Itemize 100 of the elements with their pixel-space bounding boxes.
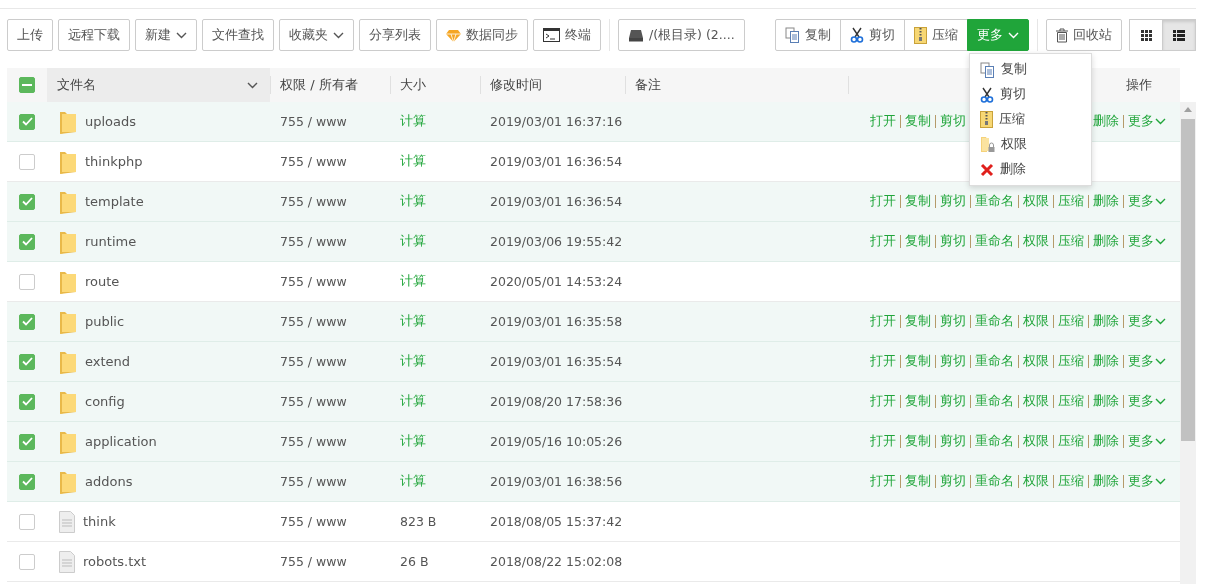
action-link[interactable]: 更多 xyxy=(1128,433,1166,450)
action-link[interactable]: 打开 xyxy=(870,433,896,450)
action-link[interactable]: 删除 xyxy=(1093,113,1119,130)
action-link[interactable]: 重命名 xyxy=(975,313,1014,330)
action-link[interactable]: 复制 xyxy=(905,393,931,410)
action-link[interactable]: 重命名 xyxy=(975,473,1014,490)
file-name[interactable]: application xyxy=(85,434,157,449)
file-name[interactable]: thinkphp xyxy=(85,154,143,169)
row-checkbox[interactable] xyxy=(19,393,35,410)
action-link[interactable]: 更多 xyxy=(1128,233,1166,250)
file-name[interactable]: config xyxy=(85,394,125,409)
action-link[interactable]: 剪切 xyxy=(940,233,966,250)
menu-item[interactable]: 删除 xyxy=(970,157,1091,182)
file-name[interactable]: public xyxy=(85,314,125,329)
action-link[interactable]: 权限 xyxy=(1023,193,1049,210)
action-link[interactable]: 打开 xyxy=(870,393,896,410)
toolbar-button[interactable]: 复制 xyxy=(775,19,841,51)
calculate-link[interactable]: 计算 xyxy=(400,433,426,448)
action-link[interactable]: 删除 xyxy=(1093,353,1119,370)
row-checkbox[interactable] xyxy=(19,473,35,490)
action-link[interactable]: 复制 xyxy=(905,233,931,250)
action-link[interactable]: 剪切 xyxy=(940,313,966,330)
action-link[interactable]: 剪切 xyxy=(940,113,966,130)
action-link[interactable]: 删除 xyxy=(1093,473,1119,490)
row-checkbox[interactable] xyxy=(19,193,35,210)
file-name[interactable]: addons xyxy=(85,474,133,489)
action-link[interactable]: 复制 xyxy=(905,433,931,450)
calculate-link[interactable]: 计算 xyxy=(400,473,426,488)
file-name[interactable]: template xyxy=(85,194,144,209)
row-checkbox[interactable] xyxy=(19,513,35,530)
action-link[interactable]: 更多 xyxy=(1128,313,1166,330)
column-header[interactable]: 文件名 xyxy=(57,76,96,94)
action-link[interactable]: 权限 xyxy=(1023,353,1049,370)
file-name[interactable]: robots.txt xyxy=(83,554,147,569)
calculate-link[interactable]: 计算 xyxy=(400,233,426,248)
action-link[interactable]: 复制 xyxy=(905,353,931,370)
action-link[interactable]: 压缩 xyxy=(1058,313,1084,330)
action-link[interactable]: 打开 xyxy=(870,313,896,330)
calculate-link[interactable]: 计算 xyxy=(400,153,426,168)
calculate-link[interactable]: 计算 xyxy=(400,313,426,328)
action-link[interactable]: 打开 xyxy=(870,193,896,210)
toolbar-button[interactable]: 分享列表 xyxy=(359,19,431,51)
recycle-bin-button[interactable]: 回收站 xyxy=(1046,19,1122,51)
action-link[interactable]: 更多 xyxy=(1128,113,1166,130)
toolbar-button[interactable]: 剪切 xyxy=(840,19,905,51)
calculate-link[interactable]: 计算 xyxy=(400,273,426,288)
file-name[interactable]: extend xyxy=(85,354,131,369)
action-link[interactable]: 打开 xyxy=(870,233,896,250)
action-link[interactable]: 打开 xyxy=(870,113,896,130)
row-checkbox[interactable] xyxy=(19,553,35,570)
path-button[interactable]: /(根目录) (2.... xyxy=(618,19,745,51)
action-link[interactable]: 更多 xyxy=(1128,193,1166,210)
action-link[interactable]: 复制 xyxy=(905,473,931,490)
toolbar-button[interactable]: 压缩 xyxy=(904,19,968,51)
action-link[interactable]: 更多 xyxy=(1128,353,1166,370)
menu-item[interactable]: 剪切 xyxy=(970,82,1091,107)
row-checkbox[interactable] xyxy=(19,433,35,450)
row-checkbox[interactable] xyxy=(19,273,35,290)
toolbar-button[interactable]: 终端 xyxy=(533,19,601,51)
action-link[interactable]: 剪切 xyxy=(940,393,966,410)
action-link[interactable]: 剪切 xyxy=(940,353,966,370)
action-link[interactable]: 权限 xyxy=(1023,433,1049,450)
action-link[interactable]: 压缩 xyxy=(1058,433,1084,450)
toolbar-button[interactable]: 数据同步 xyxy=(436,19,528,51)
calculate-link[interactable]: 计算 xyxy=(400,393,426,408)
action-link[interactable]: 删除 xyxy=(1093,193,1119,210)
scroll-up-icon[interactable] xyxy=(1184,107,1192,112)
action-link[interactable]: 删除 xyxy=(1093,313,1119,330)
action-link[interactable]: 剪切 xyxy=(940,433,966,450)
row-checkbox[interactable] xyxy=(19,353,35,370)
calculate-link[interactable]: 计算 xyxy=(400,353,426,368)
action-link[interactable]: 权限 xyxy=(1023,313,1049,330)
action-link[interactable]: 权限 xyxy=(1023,393,1049,410)
action-link[interactable]: 压缩 xyxy=(1058,393,1084,410)
action-link[interactable]: 重命名 xyxy=(975,353,1014,370)
action-link[interactable]: 压缩 xyxy=(1058,193,1084,210)
row-checkbox[interactable] xyxy=(19,313,35,330)
toolbar-button[interactable]: 上传 xyxy=(7,19,53,51)
toolbar-button[interactable]: 远程下载 xyxy=(58,19,130,51)
dropdown-button[interactable]: 新建 xyxy=(135,19,197,51)
view-toggle[interactable] xyxy=(1162,19,1196,51)
row-checkbox[interactable] xyxy=(19,113,35,130)
calculate-link[interactable]: 计算 xyxy=(400,193,426,208)
select-all-checkbox[interactable] xyxy=(19,77,35,93)
row-checkbox[interactable] xyxy=(19,233,35,250)
action-link[interactable]: 删除 xyxy=(1093,393,1119,410)
more-button[interactable]: 更多 xyxy=(967,19,1029,51)
file-name[interactable]: uploads xyxy=(85,114,137,129)
action-link[interactable]: 删除 xyxy=(1093,233,1119,250)
menu-item[interactable]: 复制 xyxy=(970,57,1091,82)
action-link[interactable]: 复制 xyxy=(905,193,931,210)
action-link[interactable]: 打开 xyxy=(870,353,896,370)
action-link[interactable]: 压缩 xyxy=(1058,473,1084,490)
file-name[interactable]: think xyxy=(83,514,116,529)
action-link[interactable]: 复制 xyxy=(905,113,931,130)
view-toggle[interactable] xyxy=(1129,19,1163,51)
action-link[interactable]: 权限 xyxy=(1023,473,1049,490)
action-link[interactable]: 重命名 xyxy=(975,233,1014,250)
action-link[interactable]: 权限 xyxy=(1023,233,1049,250)
file-name[interactable]: route xyxy=(85,274,120,289)
